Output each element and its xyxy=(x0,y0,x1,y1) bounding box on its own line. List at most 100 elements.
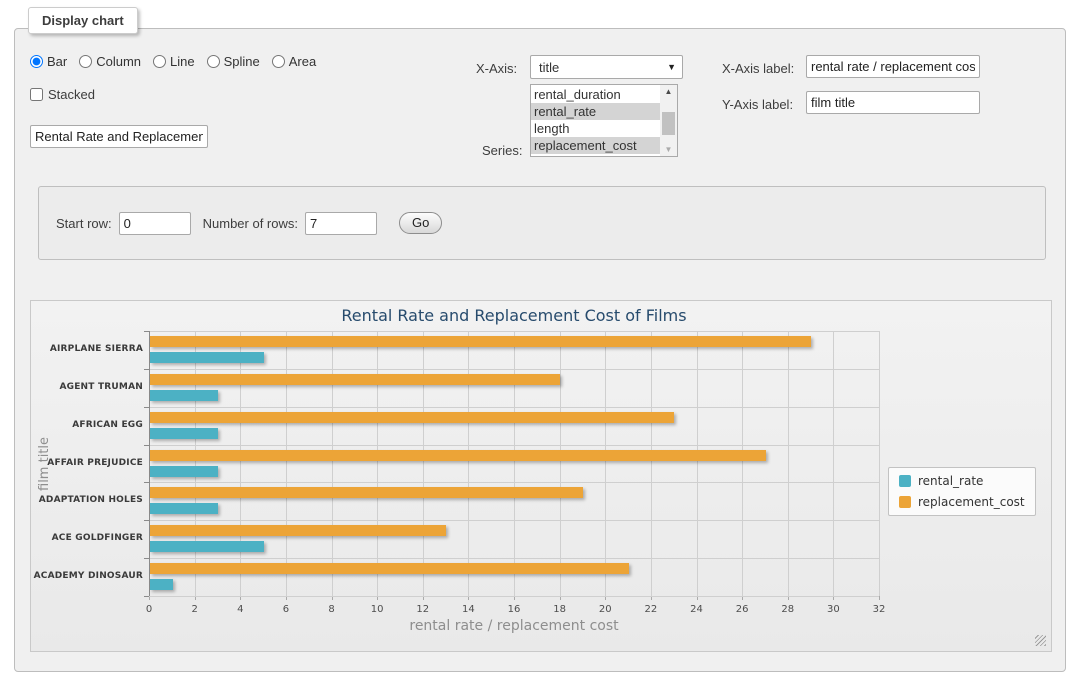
x-tick-mark xyxy=(879,596,880,600)
category-label: AFRICAN EGG xyxy=(31,420,143,430)
resize-grip-icon[interactable] xyxy=(1035,635,1046,646)
x-gridline xyxy=(651,331,652,596)
x-gridline xyxy=(833,331,834,596)
x-gridline xyxy=(332,331,333,596)
series-option-rental_rate[interactable]: rental_rate xyxy=(531,103,660,120)
x-gridline xyxy=(240,331,241,596)
x-gridline xyxy=(560,331,561,596)
chart-type-option-bar: Bar xyxy=(30,54,67,69)
series-scrollbar[interactable]: ▲ ▼ xyxy=(660,85,677,156)
chart-type-radio-area[interactable] xyxy=(272,55,285,68)
category-label: ADAPTATION HOLES xyxy=(31,495,143,505)
x-axis-select-label: X-Axis: xyxy=(476,61,517,76)
bar-replacement_cost xyxy=(150,525,446,536)
x-gridline xyxy=(195,331,196,596)
chart-type-option-spline: Spline xyxy=(207,54,260,69)
x-gridline xyxy=(879,331,880,596)
series-multiselect[interactable]: rental_durationrental_ratelengthreplacem… xyxy=(530,84,678,157)
chart-type-radio-bar[interactable] xyxy=(30,55,43,68)
y-gridline xyxy=(149,596,879,597)
y-gridline xyxy=(149,407,879,408)
x-tick-label: 14 xyxy=(453,604,483,615)
chart-type-option-area: Area xyxy=(272,54,316,69)
y-axis-label-input[interactable] xyxy=(806,91,980,114)
x-gridline xyxy=(377,331,378,596)
stacked-row: Stacked xyxy=(30,87,95,102)
chart-type-radio-label: Spline xyxy=(224,54,260,69)
rows-panel: Start row: Number of rows: Go xyxy=(38,186,1046,260)
scroll-up-icon[interactable]: ▲ xyxy=(660,85,677,98)
chart-type-option-column: Column xyxy=(79,54,141,69)
chart-x-axis-title: rental rate / replacement cost xyxy=(149,618,879,634)
bar-replacement_cost xyxy=(150,487,583,498)
series-option-length[interactable]: length xyxy=(531,120,660,137)
bar-rental_rate xyxy=(150,541,264,552)
y-gridline xyxy=(149,445,879,446)
scroll-down-icon[interactable]: ▼ xyxy=(660,143,677,156)
start-row-input[interactable] xyxy=(119,212,191,235)
category-label: AIRPLANE SIERRA xyxy=(31,344,143,354)
y-gridline xyxy=(149,520,879,521)
y-gridline xyxy=(149,558,879,559)
x-axis-select[interactable]: title ▼ xyxy=(530,55,683,79)
chart-legend: rental_rate replacement_cost xyxy=(888,467,1036,516)
legend-item-rental_rate[interactable]: rental_rate xyxy=(899,474,1025,488)
x-tick-label: 8 xyxy=(317,604,347,615)
category-label: ACE GOLDFINGER xyxy=(31,533,143,543)
x-tick-label: 16 xyxy=(499,604,529,615)
x-tick-label: 0 xyxy=(134,604,164,615)
x-tick-label: 20 xyxy=(590,604,620,615)
x-tick-label: 2 xyxy=(180,604,210,615)
chart-title: Rental Rate and Replacement Cost of Film… xyxy=(149,306,879,325)
x-tick-label: 12 xyxy=(408,604,438,615)
x-tick-label: 30 xyxy=(818,604,848,615)
go-button[interactable]: Go xyxy=(399,212,442,234)
x-gridline xyxy=(514,331,515,596)
category-label: AFFAIR PREJUDICE xyxy=(31,458,143,468)
series-option-replacement_cost[interactable]: replacement_cost xyxy=(531,137,660,154)
chart-type-radio-spline[interactable] xyxy=(207,55,220,68)
chart-type-option-line: Line xyxy=(153,54,195,69)
x-axis-label-input[interactable] xyxy=(806,55,980,78)
chart-title-input[interactable] xyxy=(30,125,208,148)
series-select-label: Series: xyxy=(482,143,522,158)
num-rows-input[interactable] xyxy=(305,212,377,235)
chart-type-radio-column[interactable] xyxy=(79,55,92,68)
scrollbar-thumb[interactable] xyxy=(662,112,675,135)
x-tick-label: 22 xyxy=(636,604,666,615)
chart-type-radio-label: Bar xyxy=(47,54,67,69)
fieldset-legend: Display chart xyxy=(28,7,138,34)
y-axis-label-field-label: Y-Axis label: xyxy=(722,97,793,112)
chart-type-radio-label: Area xyxy=(289,54,316,69)
x-gridline xyxy=(468,331,469,596)
start-row-label: Start row: xyxy=(56,216,112,231)
chart-type-radio-label: Line xyxy=(170,54,195,69)
series-options: rental_durationrental_ratelengthreplacem… xyxy=(531,85,660,156)
stacked-label: Stacked xyxy=(48,87,95,102)
num-rows-label: Number of rows: xyxy=(203,216,298,231)
x-axis-label-field-label: X-Axis label: xyxy=(722,61,794,76)
bar-rental_rate xyxy=(150,503,218,514)
bar-replacement_cost xyxy=(150,412,674,423)
legend-swatch-replacement_cost xyxy=(899,496,911,508)
y-tick-mark xyxy=(144,596,149,597)
legend-item-replacement_cost[interactable]: replacement_cost xyxy=(899,495,1025,509)
legend-label: rental_rate xyxy=(918,474,983,488)
chart-type-radio-line[interactable] xyxy=(153,55,166,68)
x-axis-select-value: title xyxy=(539,60,559,75)
bar-replacement_cost xyxy=(150,563,629,574)
y-gridline xyxy=(149,369,879,370)
chart-type-radio-label: Column xyxy=(96,54,141,69)
series-option-rental_duration[interactable]: rental_duration xyxy=(531,86,660,103)
y-axis-line xyxy=(149,331,150,596)
legend-label: replacement_cost xyxy=(918,495,1025,509)
x-tick-label: 26 xyxy=(727,604,757,615)
chevron-down-icon: ▼ xyxy=(667,62,676,72)
y-gridline xyxy=(149,331,879,332)
x-tick-label: 10 xyxy=(362,604,392,615)
x-gridline xyxy=(742,331,743,596)
y-gridline xyxy=(149,482,879,483)
x-tick-label: 24 xyxy=(682,604,712,615)
stacked-checkbox[interactable] xyxy=(30,88,43,101)
bar-rental_rate xyxy=(150,390,218,401)
